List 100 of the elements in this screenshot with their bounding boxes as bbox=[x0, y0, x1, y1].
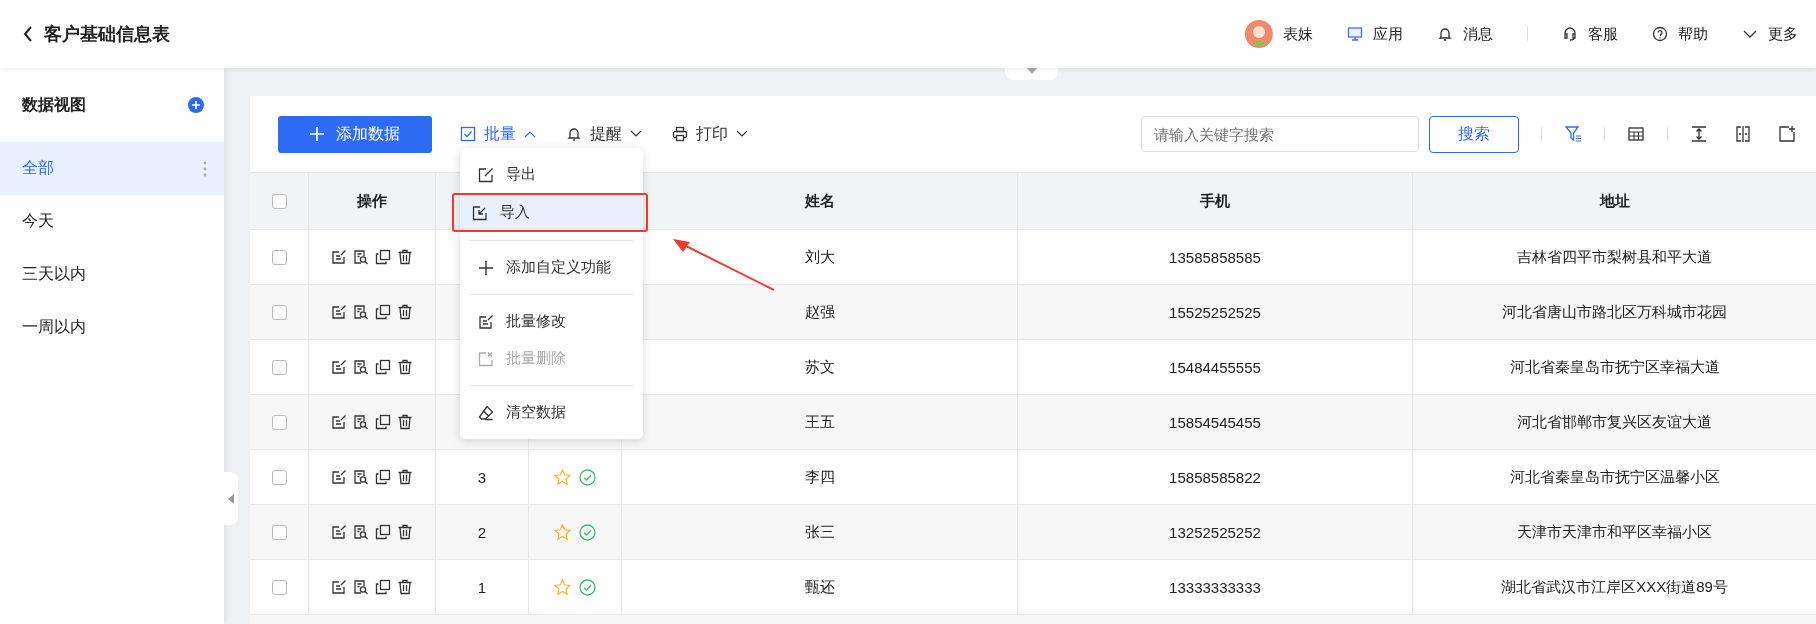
checkbox-icon bbox=[460, 126, 476, 142]
copy-icon[interactable] bbox=[375, 469, 391, 485]
apps-link[interactable]: 应用 bbox=[1347, 24, 1403, 44]
search-field[interactable]: 请输入关键字搜索 bbox=[1141, 116, 1419, 152]
table-cell-text: 湖北省武汉市江岸区XXX街道89号 bbox=[1500, 576, 1729, 597]
table-cell: 张三 bbox=[622, 505, 1018, 559]
filter-icon[interactable] bbox=[1564, 125, 1582, 143]
table-cell-text: 河北省唐山市路北区万科城市花园 bbox=[1501, 301, 1728, 322]
view-icon[interactable] bbox=[353, 524, 369, 540]
delete-file-icon bbox=[478, 350, 494, 367]
column-header: 地址 bbox=[1598, 190, 1631, 211]
row-checkbox[interactable] bbox=[271, 524, 287, 540]
add-view-icon[interactable] bbox=[188, 97, 204, 113]
table-icon[interactable] bbox=[1627, 125, 1645, 143]
view-icon[interactable] bbox=[353, 414, 369, 430]
delete-icon[interactable] bbox=[397, 579, 413, 595]
view-icon[interactable] bbox=[353, 304, 369, 320]
edit-icon[interactable] bbox=[331, 469, 347, 485]
edit-icon[interactable] bbox=[331, 414, 347, 430]
delete-icon[interactable] bbox=[397, 469, 413, 485]
export-icon bbox=[478, 166, 494, 183]
view-icon[interactable] bbox=[353, 359, 369, 375]
sidebar-item[interactable]: 全部 bbox=[0, 142, 224, 195]
sidebar-title: 数据视图 bbox=[22, 94, 86, 115]
view-icon[interactable] bbox=[353, 579, 369, 595]
copy-icon[interactable] bbox=[375, 249, 391, 265]
table-cell-text: 天津市天津市和平区幸福小区 bbox=[1516, 521, 1713, 542]
sidebar-item[interactable]: 一周以内 bbox=[0, 301, 224, 354]
delete-icon[interactable] bbox=[397, 524, 413, 540]
star-icon[interactable] bbox=[554, 468, 571, 486]
service-link[interactable]: 客服 bbox=[1562, 24, 1618, 44]
bell-icon bbox=[1437, 26, 1453, 42]
column-header: 操作 bbox=[309, 173, 436, 229]
row-checkbox[interactable] bbox=[271, 469, 287, 485]
row-checkbox[interactable] bbox=[271, 414, 287, 430]
remind-menu-button[interactable]: 提醒 bbox=[566, 123, 642, 145]
row-number: 3 bbox=[477, 468, 487, 486]
more-link[interactable]: 更多 bbox=[1742, 24, 1798, 44]
plus-icon bbox=[478, 259, 494, 276]
table-cell: 甄还 bbox=[622, 560, 1018, 614]
column-width-icon[interactable] bbox=[1734, 125, 1752, 143]
delete-icon[interactable] bbox=[397, 304, 413, 320]
edit-icon[interactable] bbox=[331, 579, 347, 595]
copy-icon[interactable] bbox=[375, 524, 391, 540]
headset-icon bbox=[1562, 26, 1578, 42]
table-cell: 15854545455 bbox=[1018, 395, 1413, 449]
sidebar-item[interactable]: 三天以内 bbox=[0, 248, 224, 301]
copy-icon[interactable] bbox=[375, 359, 391, 375]
messages-link[interactable]: 消息 bbox=[1437, 24, 1493, 44]
page-title: 客户基础信息表 bbox=[44, 23, 170, 46]
delete-icon[interactable] bbox=[397, 359, 413, 375]
table-cell: 15858585822 bbox=[1018, 450, 1413, 504]
printer-icon bbox=[672, 126, 688, 142]
table-cell-text: 河北省邯郸市复兴区友谊大道 bbox=[1516, 411, 1713, 432]
row-checkbox[interactable] bbox=[271, 304, 287, 320]
edit-icon[interactable] bbox=[331, 249, 347, 265]
monitor-icon bbox=[1347, 26, 1363, 42]
view-icon[interactable] bbox=[353, 249, 369, 265]
plus-icon bbox=[310, 127, 324, 141]
star-icon[interactable] bbox=[554, 523, 571, 541]
sidebar-item[interactable]: 今天 bbox=[0, 195, 224, 248]
eraser-icon bbox=[478, 404, 494, 421]
batch-menu-button[interactable]: 批量 bbox=[460, 123, 536, 145]
table-cell: 13252525252 bbox=[1018, 505, 1413, 559]
add-page-icon[interactable] bbox=[1778, 125, 1796, 143]
back-icon[interactable] bbox=[22, 25, 34, 43]
table-cell-text: 河北省秦皇岛市抚宁区温馨小区 bbox=[1508, 466, 1721, 487]
row-checkbox[interactable] bbox=[271, 359, 287, 375]
row-checkbox[interactable] bbox=[271, 249, 287, 265]
edit-icon[interactable] bbox=[331, 359, 347, 375]
delete-icon[interactable] bbox=[397, 414, 413, 430]
add-data-button[interactable]: 添加数据 bbox=[278, 115, 432, 153]
copy-icon[interactable] bbox=[375, 414, 391, 430]
delete-icon[interactable] bbox=[397, 249, 413, 265]
user-name[interactable]: 表妹 bbox=[1283, 24, 1313, 44]
table-cell: 13585858585 bbox=[1018, 230, 1413, 284]
view-icon[interactable] bbox=[353, 469, 369, 485]
row-checkbox[interactable] bbox=[271, 579, 287, 595]
star-icon[interactable] bbox=[554, 578, 571, 596]
copy-icon[interactable] bbox=[375, 579, 391, 595]
edit-icon[interactable] bbox=[331, 304, 347, 320]
copy-icon[interactable] bbox=[375, 304, 391, 320]
row-height-icon[interactable] bbox=[1690, 125, 1708, 143]
row-number: 1 bbox=[477, 578, 487, 596]
caret-icon bbox=[736, 130, 748, 138]
table-cell: 李四 bbox=[622, 450, 1018, 504]
caret-icon bbox=[524, 130, 536, 138]
table-cell-text: 河北省秦皇岛市抚宁区幸福大道 bbox=[1508, 356, 1721, 377]
row-number: 2 bbox=[477, 523, 487, 541]
menu-item[interactable]: 导入 bbox=[460, 195, 643, 230]
help-link[interactable]: 帮助 bbox=[1652, 24, 1708, 44]
select-all-checkbox[interactable] bbox=[271, 193, 287, 209]
column-header: 手机 bbox=[1018, 173, 1413, 229]
table-cell-text: 吉林省四平市梨树县和平大道 bbox=[1516, 246, 1713, 267]
table-cell: 13333333333 bbox=[1018, 560, 1413, 614]
print-menu-button[interactable]: 打印 bbox=[672, 123, 748, 145]
edit-icon bbox=[478, 313, 494, 330]
collapse-handle[interactable] bbox=[224, 472, 238, 525]
search-button[interactable]: 搜索 bbox=[1429, 115, 1519, 153]
edit-icon[interactable] bbox=[331, 524, 347, 540]
